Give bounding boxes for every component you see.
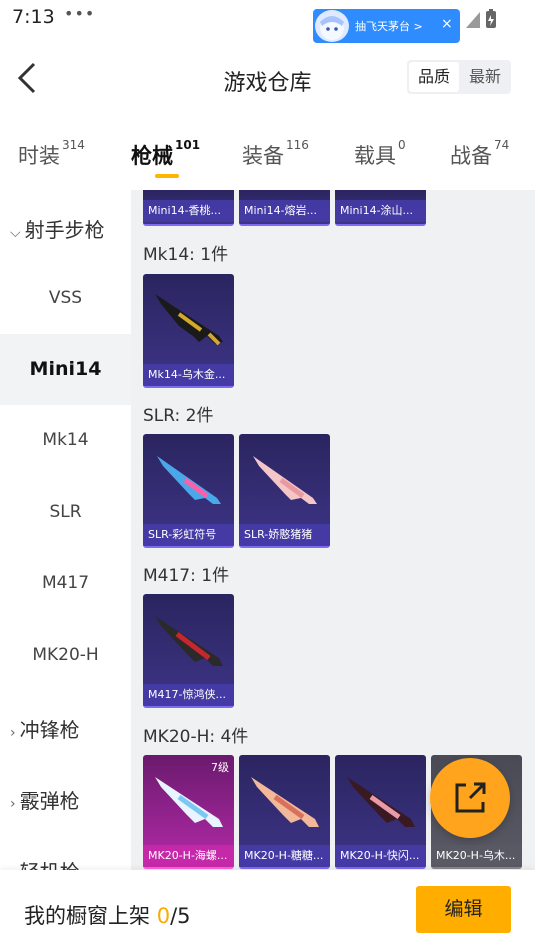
- active-tab-indicator: [155, 174, 179, 178]
- weapon-card[interactable]: Mk14-乌木金...: [143, 274, 234, 388]
- tab-fashion[interactable]: 时装 314: [18, 138, 85, 170]
- weapon-card[interactable]: SLR-彩虹符号: [143, 434, 234, 548]
- weapon-card[interactable]: Mini14-涂山...: [335, 190, 426, 226]
- signal-battery-icon: [464, 8, 504, 34]
- sidebar-item-m417[interactable]: M417: [0, 548, 131, 619]
- weapon-card-label: Mini14-涂山...: [335, 200, 426, 222]
- weapon-card[interactable]: MK20-H-快闪...: [335, 755, 426, 869]
- sidebar-group-shotgun[interactable]: › 霰弹枪: [10, 785, 80, 814]
- weapon-card-label: M417-惊鸿侠...: [143, 684, 234, 706]
- mascot-avatar-icon: [315, 10, 349, 42]
- rifle-icon: [155, 616, 223, 666]
- weapon-card-label: MK20-H-海螺...: [143, 845, 234, 867]
- sidebar-group-smg[interactable]: › 冲锋枪: [10, 714, 80, 743]
- sort-quality-button[interactable]: 品质: [409, 62, 459, 92]
- sidebar-group-sniper[interactable]: ⌵ 射手步枪: [10, 214, 105, 243]
- weapon-card-label: MK20-H-乌木...: [431, 845, 522, 867]
- sidebar-item-mk20h[interactable]: MK20-H: [0, 620, 131, 691]
- rifle-icon: [253, 456, 317, 504]
- tab-combat-supplies[interactable]: 战备 74: [450, 138, 509, 170]
- weapon-card-label: SLR-彩虹符号: [143, 524, 234, 546]
- weapon-card[interactable]: 7级 MK20-H-海螺...: [143, 755, 234, 869]
- section-title: M417: 1件: [143, 566, 230, 586]
- weapon-card[interactable]: Mini14-香桃...: [143, 190, 234, 226]
- weapon-card-label: MK20-H-糖糖...: [239, 845, 330, 867]
- chevron-right-icon: ›: [10, 796, 16, 812]
- tab-vehicles[interactable]: 载具 0: [354, 138, 406, 170]
- section-title: MK20-H: 4件: [143, 727, 249, 747]
- weapon-card[interactable]: SLR-娇憨猪猪: [239, 434, 330, 548]
- rifle-icon: [155, 294, 223, 346]
- rifle-icon: [155, 777, 223, 827]
- edit-button[interactable]: 编辑: [416, 886, 511, 933]
- section-title: SLR: 2件: [143, 406, 214, 426]
- chevron-right-icon: ›: [10, 725, 16, 741]
- rifle-icon: [251, 777, 319, 827]
- promo-text: 抽飞天茅台 >: [355, 20, 423, 33]
- weapon-card-label: Mk14-乌木金...: [143, 364, 234, 386]
- rifle-icon: [347, 777, 415, 827]
- weapon-card[interactable]: M417-惊鸿侠...: [143, 594, 234, 708]
- status-more-dots: •••: [64, 4, 96, 23]
- weapon-card[interactable]: Mini14-熔岩...: [239, 190, 330, 226]
- section-title: Mk14: 1件: [143, 245, 229, 265]
- category-sidebar: ⌵ 射手步枪 VSS Mini14 Mk14 SLR M417 MK20-H › 冲…: [0, 190, 131, 884]
- sort-newest-button[interactable]: 最新: [461, 62, 509, 92]
- back-arrow-icon[interactable]: [14, 60, 44, 96]
- tab-equipment[interactable]: 装备 116: [242, 138, 309, 170]
- sidebar-item-slr[interactable]: SLR: [0, 477, 131, 548]
- external-link-icon: [455, 782, 486, 813]
- weapon-card-label: MK20-H-快闪...: [335, 845, 426, 867]
- weapon-card-label: Mini14-熔岩...: [239, 200, 330, 222]
- weapon-card-label: Mini14-香桃...: [143, 200, 234, 222]
- sidebar-item-mini14[interactable]: Mini14: [0, 334, 131, 405]
- rifle-icon: [157, 456, 221, 504]
- promo-banner[interactable]: 抽飞天茅台 > ×: [313, 9, 460, 43]
- share-fab-button[interactable]: [430, 758, 510, 838]
- bottom-bar: 我的橱窗上架 0/5 编辑: [0, 870, 535, 951]
- sidebar-item-mk14[interactable]: Mk14: [0, 405, 131, 476]
- promo-close-icon[interactable]: ×: [441, 16, 453, 32]
- weapon-card[interactable]: MK20-H-糖糖...: [239, 755, 330, 869]
- chevron-down-icon: ⌵: [10, 225, 21, 241]
- weapon-card-label: SLR-娇憨猪猪: [239, 524, 330, 546]
- sort-toggle: 品质 最新: [407, 60, 511, 94]
- status-time: 7:13: [12, 6, 55, 28]
- tab-guns[interactable]: 枪械 101: [131, 138, 200, 170]
- showcase-status: 我的橱窗上架 0/5: [24, 904, 191, 928]
- sidebar-item-vss[interactable]: VSS: [0, 263, 131, 334]
